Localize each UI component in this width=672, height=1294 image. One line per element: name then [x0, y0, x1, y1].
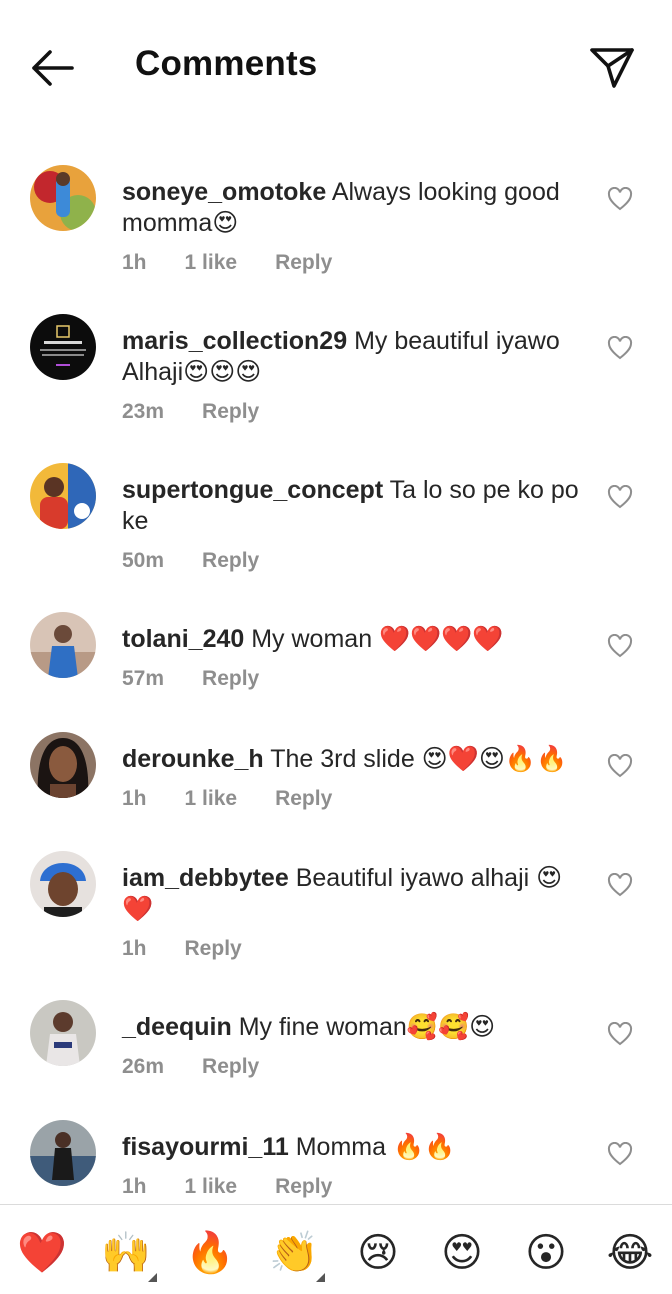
comment-username[interactable]: tolani_240 [122, 625, 244, 653]
comment-time: 1h [122, 1175, 147, 1198]
comment-likes[interactable]: 1 like [185, 1175, 238, 1199]
comment-body: The 3rd slide 😍❤️😍🔥🔥 [270, 745, 568, 773]
comment-username[interactable]: maris_collection29 [122, 327, 347, 355]
comment-time: 1h [122, 251, 147, 274]
comment-text: iam_debbytee Beautiful iyawo alhaji 😍❤️ [122, 863, 582, 925]
comment-text: maris_collection29 My beautiful iyawo Al… [122, 326, 582, 388]
comment-meta: 50m Reply [122, 549, 582, 573]
avatar[interactable] [30, 1120, 96, 1186]
comment-text: _deequin My fine woman🥰🥰😍 [122, 1012, 582, 1043]
comment-text: soneye_omotoke Always looking good momma… [122, 177, 582, 239]
comment-username[interactable]: derounke_h [122, 745, 264, 773]
avatar[interactable] [30, 314, 96, 380]
comment-meta: 1h Reply [122, 937, 582, 961]
comment-time: 23m [122, 400, 165, 423]
comment-meta: 1h 1 like Reply [122, 251, 582, 275]
comment-likes[interactable]: 1 like [185, 787, 238, 811]
avatar[interactable] [30, 851, 96, 917]
comment-likes[interactable]: 1 like [185, 251, 238, 275]
heart-icon[interactable] [607, 336, 633, 360]
reply-button[interactable]: Reply [202, 1055, 259, 1079]
reply-button[interactable]: Reply [202, 667, 259, 691]
comment-username[interactable]: supertongue_concept [122, 476, 383, 504]
comment-meta: 1h 1 like Reply [122, 787, 582, 811]
comment-meta: 26m Reply [122, 1055, 582, 1079]
heart-icon[interactable] [607, 754, 633, 778]
comment-username[interactable]: iam_debbytee [122, 864, 289, 892]
reply-button[interactable]: Reply [202, 549, 259, 573]
comment-body: My fine woman🥰🥰😍 [238, 1013, 496, 1041]
avatar[interactable] [30, 165, 96, 231]
comment-time: 26m [122, 1055, 165, 1078]
surprised-face-reaction-button[interactable]: 😮 [520, 1227, 572, 1279]
avatar[interactable] [30, 1000, 96, 1066]
comments-screen: Comments soneye_omotoke Always looking g… [0, 0, 672, 1294]
comment-text: fisayourmi_11 Momma 🔥🔥 [122, 1132, 582, 1163]
raising-hands-reaction-button[interactable]: 🙌 [100, 1227, 152, 1279]
tears-of-joy-reaction-button[interactable]: 😂 [604, 1227, 656, 1279]
avatar[interactable] [30, 612, 96, 678]
skin-tone-indicator-icon [148, 1273, 157, 1282]
reply-button[interactable]: Reply [185, 937, 242, 961]
fire-reaction-button[interactable]: 🔥 [184, 1227, 236, 1279]
comment-username[interactable]: soneye_omotoke [122, 178, 326, 206]
comment-meta: 1h 1 like Reply [122, 1175, 582, 1199]
clapping-hands-reaction-button[interactable]: 👏 [268, 1227, 320, 1279]
crying-face-reaction-button[interactable]: 😢 [352, 1227, 404, 1279]
reply-button[interactable]: Reply [202, 400, 259, 424]
header: Comments [0, 0, 672, 135]
send-icon[interactable] [588, 44, 636, 90]
avatar[interactable] [30, 463, 96, 529]
heart-icon[interactable] [607, 634, 633, 658]
heart-icon[interactable] [607, 873, 633, 897]
red-heart-reaction-button[interactable]: ❤️ [16, 1227, 68, 1279]
reply-button[interactable]: Reply [275, 787, 332, 811]
comment-username[interactable]: fisayourmi_11 [122, 1133, 289, 1161]
quick-reaction-bar: ❤️ 🙌 🔥 👏 😢 😍 😮 😂 [0, 1204, 672, 1294]
comment-body: Momma 🔥🔥 [295, 1133, 456, 1161]
heart-icon[interactable] [607, 187, 633, 211]
comment-meta: 57m Reply [122, 667, 582, 691]
skin-tone-indicator-icon [316, 1273, 325, 1282]
comment-body: My woman ❤️❤️❤️❤️ [251, 625, 504, 653]
heart-icon[interactable] [607, 1022, 633, 1046]
comment-username[interactable]: _deequin [122, 1013, 232, 1041]
comment-time: 1h [122, 937, 147, 960]
page-title: Comments [135, 44, 318, 83]
comment-text: supertongue_concept Ta lo so pe ko po ke [122, 475, 582, 537]
comment-time: 57m [122, 667, 165, 690]
reply-button[interactable]: Reply [275, 251, 332, 275]
comment-time: 50m [122, 549, 165, 572]
avatar[interactable] [30, 732, 96, 798]
comment-time: 1h [122, 787, 147, 810]
back-arrow-icon[interactable] [28, 48, 76, 88]
reply-button[interactable]: Reply [275, 1175, 332, 1199]
heart-icon[interactable] [607, 485, 633, 509]
comment-meta: 23m Reply [122, 400, 582, 424]
heart-icon[interactable] [607, 1142, 633, 1166]
heart-eyes-reaction-button[interactable]: 😍 [436, 1227, 488, 1279]
comment-text: derounke_h The 3rd slide 😍❤️😍🔥🔥 [122, 744, 582, 775]
comment-text: tolani_240 My woman ❤️❤️❤️❤️ [122, 624, 582, 655]
